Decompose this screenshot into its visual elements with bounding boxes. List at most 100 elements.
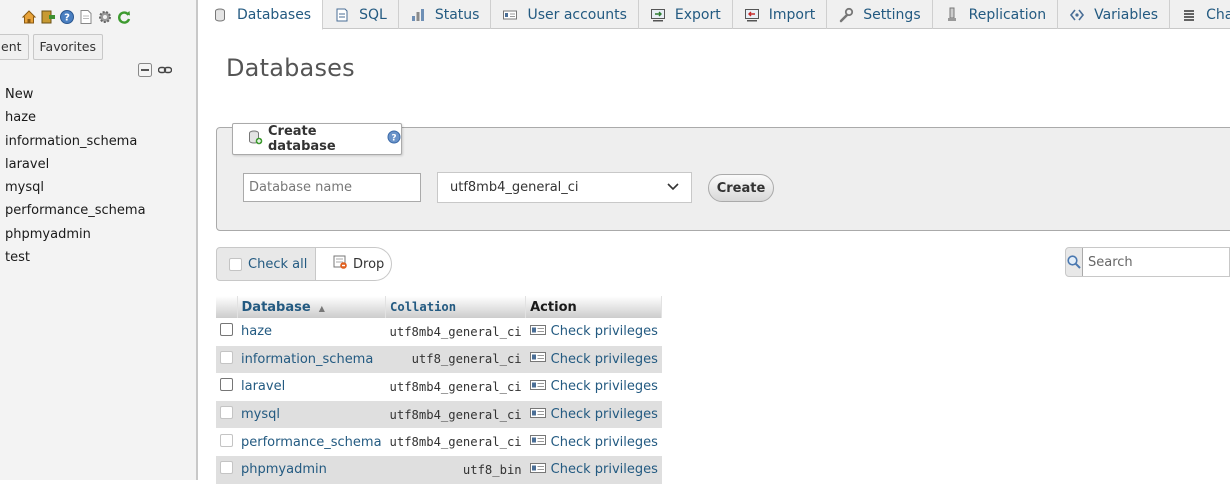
header-database[interactable]: Database ▲: [237, 296, 387, 318]
table-row: phpmyadmin utf8_bin Check privileges: [216, 455, 662, 484]
row-select-cell: [216, 428, 237, 456]
main-tab-bar: Databases SQL Status User accounts Expor…: [201, 0, 1230, 30]
tree-item-phpmyadmin[interactable]: phpmyadmin: [0, 225, 146, 248]
check-all-checkbox[interactable]: [229, 257, 242, 271]
header-database-label: Database: [241, 299, 311, 315]
page-title: Databases: [226, 54, 355, 82]
database-name-link[interactable]: laravel: [237, 373, 386, 401]
collapse-all-icon[interactable]: [138, 63, 152, 77]
check-privileges-link[interactable]: Check privileges: [529, 407, 658, 423]
sidebar-icon-bar: ?: [21, 9, 132, 25]
table-row: laravel utf8mb4_general_ci Check privilege…: [216, 373, 662, 401]
row-select-cell: [216, 455, 237, 484]
row-checkbox[interactable]: [220, 378, 233, 392]
collation-cell: utf8mb4_general_ci: [385, 373, 526, 401]
tab-replication[interactable]: Replication: [933, 0, 1059, 29]
tab-label: Settings: [863, 6, 921, 23]
sort-asc-icon: ▲: [318, 303, 325, 313]
tab-label: Import: [768, 6, 816, 23]
row-select-cell: [216, 345, 237, 374]
chevron-down-icon: [667, 180, 679, 195]
header-collation[interactable]: Collation: [385, 296, 527, 318]
bulk-actions-bar: Check all Drop: [216, 247, 392, 281]
tab-user-accounts[interactable]: User accounts: [491, 0, 639, 29]
check-privileges-link[interactable]: Check privileges: [529, 351, 658, 367]
collation-cell: utf8_general_ci: [385, 345, 526, 374]
row-checkbox[interactable]: [220, 461, 233, 475]
row-checkbox[interactable]: [220, 406, 233, 420]
exit-icon[interactable]: [40, 9, 56, 25]
row-select-cell: [216, 400, 237, 429]
database-name-input[interactable]: [243, 173, 421, 202]
drop-button[interactable]: Drop: [315, 248, 391, 280]
collation-select[interactable]: utf8mb4_general_ci: [437, 172, 692, 203]
tab-label: User accounts: [527, 6, 627, 23]
reload-icon[interactable]: [116, 9, 132, 25]
check-privileges-link[interactable]: Check privileges: [529, 324, 658, 340]
privileges-icon: [529, 379, 546, 395]
check-privileges-label: Check privileges: [550, 324, 658, 340]
tab-export[interactable]: Export: [639, 0, 733, 29]
tab-variables[interactable]: Variables: [1058, 0, 1171, 29]
tree-item-laravel[interactable]: laravel: [0, 155, 146, 178]
database-name-link[interactable]: phpmyadmin: [237, 455, 386, 484]
tab-sql[interactable]: SQL: [323, 0, 399, 29]
sidebar-tab-favorites[interactable]: Favorites: [32, 34, 103, 60]
table-row: performance_schema utf8mb4_general_ci Chec…: [216, 428, 662, 456]
collation-cell: utf8mb4_general_ci: [385, 318, 526, 346]
privileges-icon: [529, 324, 546, 340]
database-name-link[interactable]: information_schema: [237, 345, 386, 374]
check-privileges-label: Check privileges: [550, 434, 658, 450]
table-row: haze utf8mb4_general_ci Check privileges: [216, 318, 662, 346]
create-button[interactable]: Create: [708, 174, 774, 202]
tab-status[interactable]: Status: [399, 0, 492, 29]
tree-item-mysql[interactable]: mysql: [0, 178, 146, 201]
collation-cell: utf8mb4_general_ci: [385, 400, 526, 429]
help-icon[interactable]: ?: [387, 130, 401, 148]
row-checkbox[interactable]: [220, 350, 233, 364]
tree-item-performance-schema[interactable]: performance_schema: [0, 201, 146, 224]
tree-item-test[interactable]: test: [0, 248, 146, 271]
action-cell: Check privileges: [525, 345, 662, 374]
check-privileges-link[interactable]: Check privileges: [529, 462, 658, 478]
database-search: [1065, 247, 1230, 277]
home-icon[interactable]: [21, 9, 37, 25]
check-privileges-label: Check privileges: [550, 407, 658, 423]
help-icon[interactable]: ?: [59, 9, 75, 25]
tree-item-new[interactable]: New: [0, 85, 146, 108]
tab-label: SQL: [359, 6, 387, 23]
replication-icon: [944, 7, 960, 23]
database-name-link[interactable]: haze: [237, 318, 386, 346]
database-tree: New haze information_schema laravel mysq…: [0, 85, 146, 271]
row-checkbox[interactable]: [220, 433, 233, 447]
row-select-cell: [216, 318, 237, 346]
tab-import[interactable]: Import: [733, 0, 828, 29]
collation-value: utf8mb4_general_ci: [450, 180, 579, 195]
check-privileges-link[interactable]: Check privileges: [529, 379, 658, 395]
check-privileges-link[interactable]: Check privileges: [529, 434, 658, 450]
action-cell: Check privileges: [525, 455, 662, 484]
privileges-icon: [529, 462, 546, 478]
tab-label: Status: [434, 6, 480, 23]
tab-settings[interactable]: Settings: [827, 0, 933, 29]
link-icon[interactable]: [157, 63, 173, 77]
row-checkbox[interactable]: [220, 323, 233, 337]
tab-label: Databases: [237, 6, 312, 23]
table-row: information_schema utf8_general_ci Check p…: [216, 345, 662, 374]
new-database-icon: [247, 129, 263, 149]
tree-item-haze[interactable]: haze: [0, 108, 146, 131]
tab-charsets[interactable]: Charsets: [1170, 0, 1230, 29]
settings-icon[interactable]: [97, 9, 113, 25]
check-all-toggle[interactable]: Check all: [217, 248, 315, 280]
database-name-link[interactable]: mysql: [237, 400, 386, 429]
docs-icon[interactable]: [78, 9, 94, 25]
user-accounts-icon: [502, 7, 518, 23]
tree-item-information-schema[interactable]: information_schema: [0, 132, 146, 155]
tab-databases[interactable]: Databases: [201, 0, 324, 30]
collation-cell: utf8_bin: [385, 455, 526, 484]
collation-cell: utf8mb4_general_ci: [385, 428, 526, 456]
database-name-link[interactable]: performance_schema: [237, 428, 386, 456]
sidebar-tab-recent[interactable]: ent: [0, 34, 29, 60]
action-cell: Check privileges: [525, 428, 662, 456]
search-input[interactable]: [1082, 248, 1229, 276]
